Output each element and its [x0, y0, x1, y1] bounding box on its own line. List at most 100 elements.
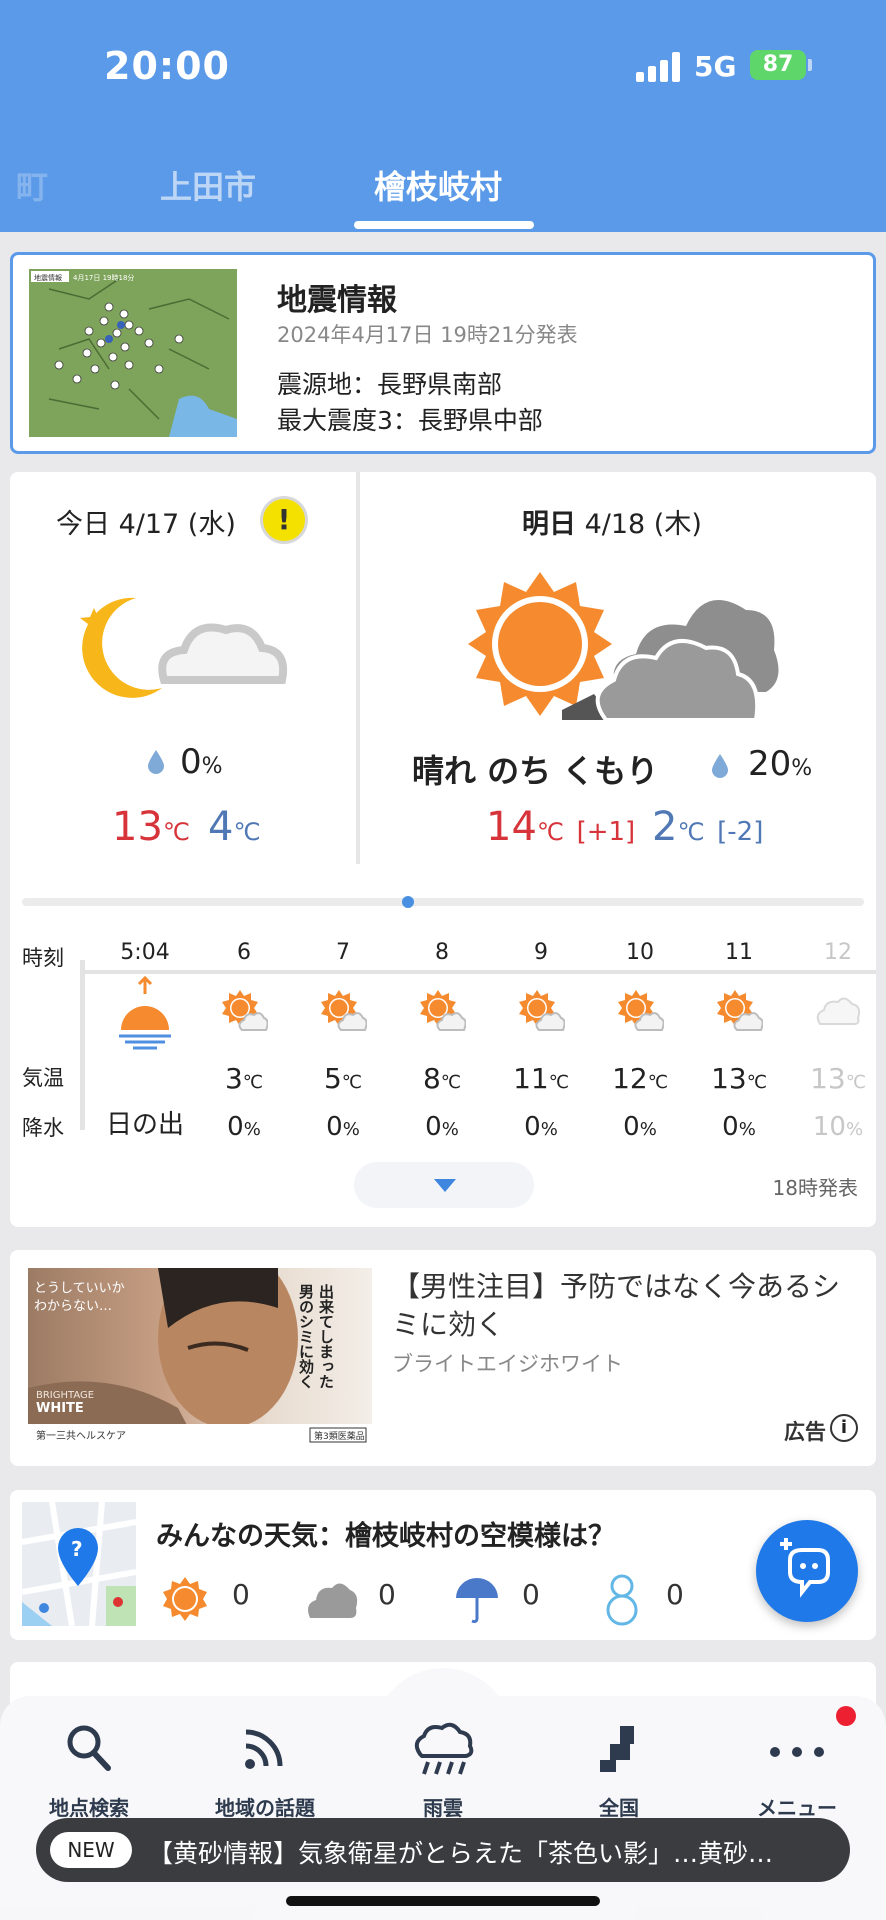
nav-national[interactable]: 全国: [544, 1720, 694, 1821]
today-high: 13℃: [112, 804, 190, 850]
more-icon: [770, 1747, 824, 1757]
today-drop-icon: [148, 750, 164, 774]
quake-map-thumbnail: 地震情報 4月17日 19時18分: [29, 269, 237, 437]
vote-snowman-icon[interactable]: [604, 1572, 640, 1626]
svg-text:?: ?: [71, 1537, 83, 1561]
network-type: 5G: [694, 50, 737, 83]
ad-img-vertical-2: 男のシミに効く: [297, 1284, 315, 1389]
ad-title[interactable]: 【男性注目】予防ではなく今あるシミに効く: [392, 1268, 852, 1344]
forecast-scroll-track[interactable]: [22, 898, 864, 906]
hours-divider: [80, 960, 85, 1130]
minna-map-icon: ?: [22, 1502, 136, 1626]
sun-cloud-icon: [690, 988, 788, 1062]
ad-sponsor: ブライトエイジホワイト: [392, 1352, 623, 1376]
hour-temp: 8℃: [422, 1062, 462, 1095]
row-label-temp: 気温: [22, 1066, 64, 1090]
hour-column: 9 11℃ 0%: [492, 940, 590, 1142]
hour-temp: 13℃: [711, 1062, 767, 1095]
nav-menu-label: メニュー: [757, 1796, 837, 1820]
home-indicator: [286, 1896, 600, 1906]
sun-cloud-icon: [492, 988, 590, 1062]
nav-menu[interactable]: メニュー: [722, 1720, 872, 1821]
minna-title: みんなの天気：檜枝岐村の空模様は？: [156, 1521, 615, 1552]
warning-icon[interactable]: !: [260, 496, 308, 544]
nav-topics[interactable]: 地域の話題: [190, 1720, 340, 1821]
day-divider: [356, 472, 360, 864]
tomorrow-label: 明日 4/18 (木): [522, 509, 702, 540]
hour-precip: 0%: [425, 1112, 459, 1142]
vote-cloud-count: 0: [378, 1578, 396, 1611]
battery-tip: [808, 59, 812, 71]
hour-temp: [96, 1054, 194, 1094]
sun-cloud-icon: [591, 988, 689, 1062]
battery-icon: 87: [750, 50, 806, 80]
nav-topics-label: 地域の話題: [215, 1796, 315, 1820]
tomorrow-high: 14℃ [+1]: [486, 804, 636, 850]
hour-precip: 0%: [326, 1112, 360, 1142]
vote-cloud-icon[interactable]: [304, 1578, 358, 1620]
sun-cloud-icon: [393, 988, 491, 1062]
hour-label: 11: [725, 940, 753, 965]
vote-sun-count: 0: [232, 1578, 250, 1611]
hour-label: 5:04: [120, 940, 170, 965]
hour-temp: 13℃: [810, 1062, 866, 1095]
ad-info-icon[interactable]: i: [830, 1414, 858, 1442]
nav-national-label: 全国: [599, 1796, 639, 1820]
expand-hourly-button[interactable]: [354, 1162, 534, 1208]
hour-precip: 0%: [722, 1112, 756, 1142]
hour-column: 11 13℃ 0%: [690, 940, 788, 1142]
hour-precip: 10%: [812, 1112, 864, 1142]
sun-cloud-icon: [294, 988, 392, 1062]
ad-card[interactable]: とうしていいか わからない… 出来てしまった 男のシミに効く BRIGHTAGE…: [10, 1250, 876, 1466]
hour-precip: 日の出: [105, 1110, 184, 1140]
quake-map-tag: 地震情報: [34, 273, 62, 282]
quake-date: 2024年4月17日 19時21分発表: [277, 323, 578, 347]
sunrise-icon: [96, 975, 194, 1054]
ad-image: とうしていいか わからない… 出来てしまった 男のシミに効く BRIGHTAGE…: [28, 1268, 372, 1446]
quake-card[interactable]: 地震情報 4月17日 19時18分 地震情報 2024年4月17日 19時21分…: [10, 252, 876, 454]
ad-img-copy-1: とうしていいか: [34, 1281, 125, 1296]
news-ticker[interactable]: NEW 【黄砂情報】気象衛星がとらえた「茶色い影」…黄砂…: [36, 1818, 850, 1882]
ad-img-copy-2: わからない…: [34, 1299, 112, 1314]
tab-prev[interactable]: 町: [16, 162, 48, 208]
vote-umbrella-icon[interactable]: [454, 1576, 500, 1624]
ad-img-maker: 第一三共ヘルスケア: [36, 1429, 126, 1442]
post-weather-fab[interactable]: [756, 1520, 858, 1622]
signal-icon: [636, 52, 680, 82]
vote-sun-icon[interactable]: [162, 1576, 208, 1622]
quake-title: 地震情報: [277, 283, 397, 318]
hour-column: 5:04 日の出: [96, 940, 194, 1141]
menu-notification-badge: [836, 1706, 856, 1726]
hour-precip: 0%: [227, 1112, 261, 1142]
vote-snow-count: 0: [666, 1578, 684, 1611]
ad-img-badge: 第3類医薬品: [314, 1430, 365, 1442]
moon-cloud-icon: [76, 592, 296, 702]
search-icon: [67, 1725, 111, 1771]
header: 20:00 5G 87 町 上田市 檜枝岐村: [0, 0, 886, 232]
row-label-time: 時刻: [22, 946, 64, 970]
minna-weather-card[interactable]: ? みんなの天気：檜枝岐村の空模様は？ 0 0 0 0: [10, 1490, 876, 1640]
nav-search[interactable]: 地点検索: [14, 1720, 164, 1821]
quake-map-date: 4月17日 19時18分: [73, 273, 134, 282]
hour-label: 10: [626, 940, 654, 965]
tomorrow-low: 2℃ [-2]: [652, 804, 764, 850]
hour-label: 8: [435, 940, 449, 965]
forecast-card: 今日 4/17 (水) ! 0% 13℃ 4℃ 明日 4/18 (木) 晴れ の…: [10, 472, 876, 1227]
tab-ueda[interactable]: 上田市: [160, 162, 256, 208]
hour-temp: 11℃: [513, 1062, 569, 1095]
sun-then-cloud-icon: [466, 570, 786, 730]
today-low: 4℃: [208, 804, 261, 850]
rain-cloud-icon: [414, 1722, 474, 1775]
quake-epicenter: 震源地：長野県南部: [277, 370, 503, 399]
hour-label: 12: [824, 940, 852, 965]
tab-hinoemata[interactable]: 檜枝岐村: [374, 162, 502, 208]
status-time: 20:00: [104, 44, 230, 88]
ticker-new-badge: NEW: [50, 1832, 132, 1868]
ad-img-brand-1: BRIGHTAGE: [36, 1390, 94, 1401]
sun-cloud-icon: [195, 988, 293, 1062]
nav-rain[interactable]: 雨雲: [368, 1720, 518, 1821]
tab-underline: [354, 221, 534, 229]
japan-map-icon: [600, 1726, 634, 1772]
hour-column: 8 8℃ 0%: [393, 940, 491, 1142]
ticker-text[interactable]: 【黄砂情報】気象衛星がとらえた「茶色い影」…黄砂…: [148, 1834, 838, 1870]
